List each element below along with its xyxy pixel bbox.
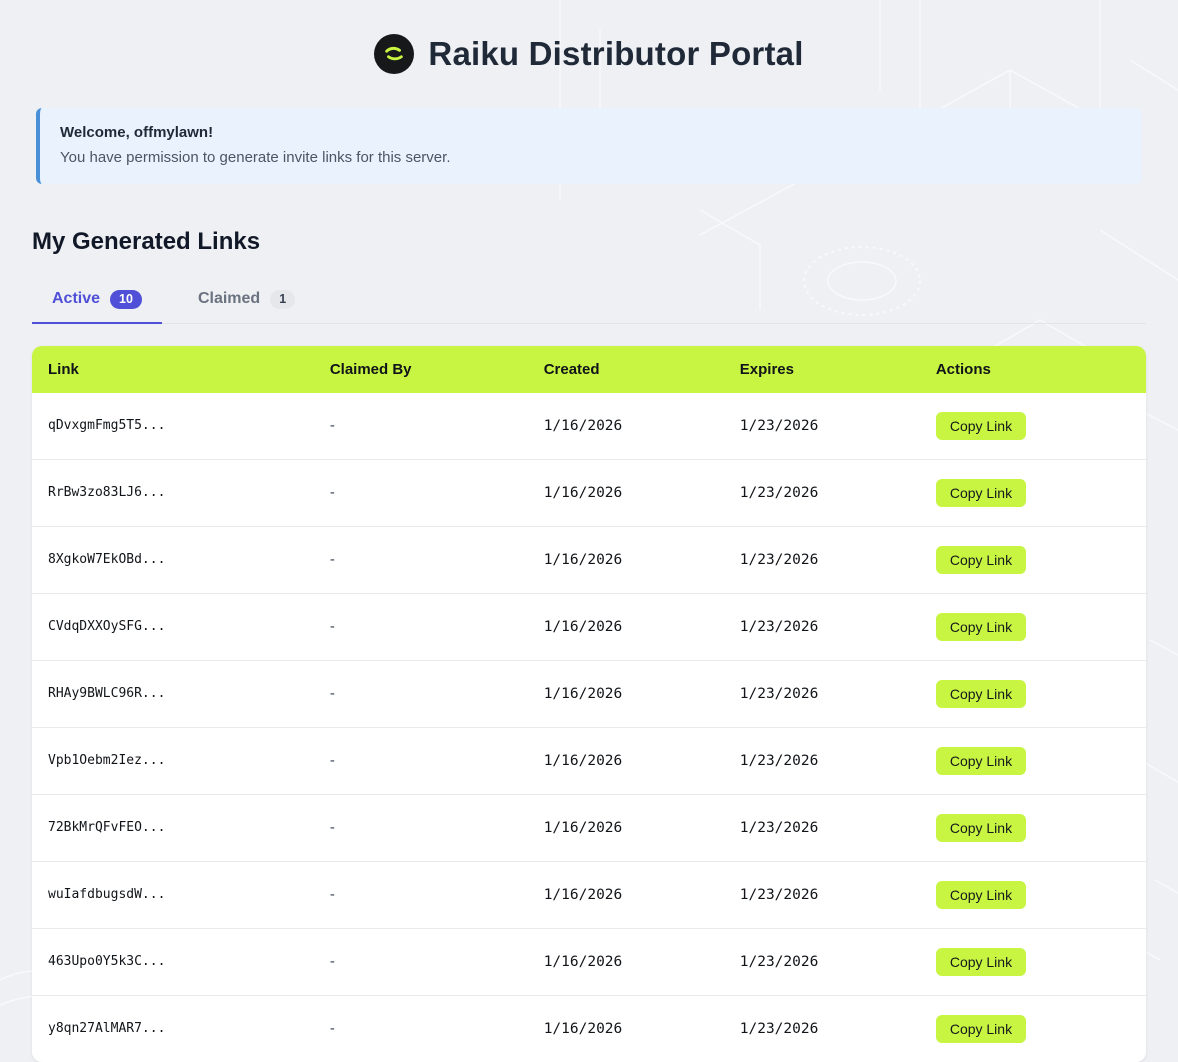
created-date: 1/16/2026 bbox=[528, 861, 724, 928]
welcome-subtitle: You have permission to generate invite l… bbox=[60, 149, 1122, 166]
created-date: 1/16/2026 bbox=[528, 794, 724, 861]
table-row: Vpb1Oebm2Iez... - 1/16/2026 1/23/2026 Co… bbox=[32, 727, 1146, 794]
claimed-by-value: - bbox=[314, 861, 528, 928]
created-date: 1/16/2026 bbox=[528, 928, 724, 995]
claimed-by-value: - bbox=[314, 794, 528, 861]
tab-claimed-count-badge: 1 bbox=[270, 290, 295, 309]
link-code: 8XgkoW7EkOBd... bbox=[32, 526, 314, 593]
copy-link-button[interactable]: Copy Link bbox=[936, 747, 1026, 775]
table-row: y8qn27AlMAR7... - 1/16/2026 1/23/2026 Co… bbox=[32, 995, 1146, 1062]
claimed-by-value: - bbox=[314, 459, 528, 526]
link-code: Vpb1Oebm2Iez... bbox=[32, 727, 314, 794]
welcome-banner: Welcome, offmylawn! You have permission … bbox=[36, 108, 1142, 184]
expires-date: 1/23/2026 bbox=[724, 459, 920, 526]
created-date: 1/16/2026 bbox=[528, 727, 724, 794]
created-date: 1/16/2026 bbox=[528, 459, 724, 526]
created-date: 1/16/2026 bbox=[528, 995, 724, 1062]
app-header: Raiku Distributor Portal bbox=[32, 0, 1146, 104]
created-date: 1/16/2026 bbox=[528, 593, 724, 660]
expires-date: 1/23/2026 bbox=[724, 995, 920, 1062]
created-date: 1/16/2026 bbox=[528, 393, 724, 460]
copy-link-button[interactable]: Copy Link bbox=[936, 412, 1026, 440]
tab-active-label: Active bbox=[52, 290, 100, 308]
copy-link-button[interactable]: Copy Link bbox=[936, 479, 1026, 507]
column-header-actions: Actions bbox=[920, 346, 1146, 393]
section-title: My Generated Links bbox=[32, 228, 1146, 256]
created-date: 1/16/2026 bbox=[528, 526, 724, 593]
link-code: CVdqDXXOySFG... bbox=[32, 593, 314, 660]
expires-date: 1/23/2026 bbox=[724, 928, 920, 995]
claimed-by-value: - bbox=[314, 593, 528, 660]
welcome-title: Welcome, offmylawn! bbox=[60, 124, 1122, 141]
copy-link-button[interactable]: Copy Link bbox=[936, 948, 1026, 976]
table-row: 72BkMrQFvFEO... - 1/16/2026 1/23/2026 Co… bbox=[32, 794, 1146, 861]
created-date: 1/16/2026 bbox=[528, 660, 724, 727]
copy-link-button[interactable]: Copy Link bbox=[936, 613, 1026, 641]
table-row: wuIafdbugsdW... - 1/16/2026 1/23/2026 Co… bbox=[32, 861, 1146, 928]
copy-link-button[interactable]: Copy Link bbox=[936, 814, 1026, 842]
expires-date: 1/23/2026 bbox=[724, 393, 920, 460]
column-header-created: Created bbox=[528, 346, 724, 393]
page: Raiku Distributor Portal Welcome, offmyl… bbox=[0, 0, 1178, 1062]
column-header-expires: Expires bbox=[724, 346, 920, 393]
tab-bar: Active 10 Claimed 1 bbox=[32, 282, 1146, 324]
links-table-card: Link Claimed By Created Expires Actions … bbox=[32, 346, 1146, 1062]
tab-claimed[interactable]: Claimed 1 bbox=[178, 282, 315, 324]
copy-link-button[interactable]: Copy Link bbox=[936, 680, 1026, 708]
expires-date: 1/23/2026 bbox=[724, 727, 920, 794]
table-row: RrBw3zo83LJ6... - 1/16/2026 1/23/2026 Co… bbox=[32, 459, 1146, 526]
link-code: wuIafdbugsdW... bbox=[32, 861, 314, 928]
page-title: Raiku Distributor Portal bbox=[428, 35, 803, 73]
expires-date: 1/23/2026 bbox=[724, 794, 920, 861]
claimed-by-value: - bbox=[314, 526, 528, 593]
table-row: RHAy9BWLC96R... - 1/16/2026 1/23/2026 Co… bbox=[32, 660, 1146, 727]
link-code: RrBw3zo83LJ6... bbox=[32, 459, 314, 526]
expires-date: 1/23/2026 bbox=[724, 593, 920, 660]
claimed-by-value: - bbox=[314, 727, 528, 794]
column-header-claimed-by: Claimed By bbox=[314, 346, 528, 393]
link-code: RHAy9BWLC96R... bbox=[32, 660, 314, 727]
table-row: 463Upo0Y5k3C... - 1/16/2026 1/23/2026 Co… bbox=[32, 928, 1146, 995]
expires-date: 1/23/2026 bbox=[724, 526, 920, 593]
raiku-logo-icon bbox=[374, 34, 414, 74]
tab-active-count-badge: 10 bbox=[110, 290, 142, 309]
claimed-by-value: - bbox=[314, 660, 528, 727]
claimed-by-value: - bbox=[314, 928, 528, 995]
table-row: qDvxgmFmg5T5... - 1/16/2026 1/23/2026 Co… bbox=[32, 393, 1146, 460]
tab-active[interactable]: Active 10 bbox=[32, 282, 162, 324]
column-header-link: Link bbox=[32, 346, 314, 393]
tab-claimed-label: Claimed bbox=[198, 290, 260, 308]
expires-date: 1/23/2026 bbox=[724, 660, 920, 727]
table-row: 8XgkoW7EkOBd... - 1/16/2026 1/23/2026 Co… bbox=[32, 526, 1146, 593]
link-code: y8qn27AlMAR7... bbox=[32, 995, 314, 1062]
links-table: Link Claimed By Created Expires Actions … bbox=[32, 346, 1146, 1062]
expires-date: 1/23/2026 bbox=[724, 861, 920, 928]
table-row: CVdqDXXOySFG... - 1/16/2026 1/23/2026 Co… bbox=[32, 593, 1146, 660]
copy-link-button[interactable]: Copy Link bbox=[936, 1015, 1026, 1043]
claimed-by-value: - bbox=[314, 393, 528, 460]
claimed-by-value: - bbox=[314, 995, 528, 1062]
copy-link-button[interactable]: Copy Link bbox=[936, 546, 1026, 574]
table-header-row: Link Claimed By Created Expires Actions bbox=[32, 346, 1146, 393]
link-code: qDvxgmFmg5T5... bbox=[32, 393, 314, 460]
link-code: 72BkMrQFvFEO... bbox=[32, 794, 314, 861]
link-code: 463Upo0Y5k3C... bbox=[32, 928, 314, 995]
copy-link-button[interactable]: Copy Link bbox=[936, 881, 1026, 909]
